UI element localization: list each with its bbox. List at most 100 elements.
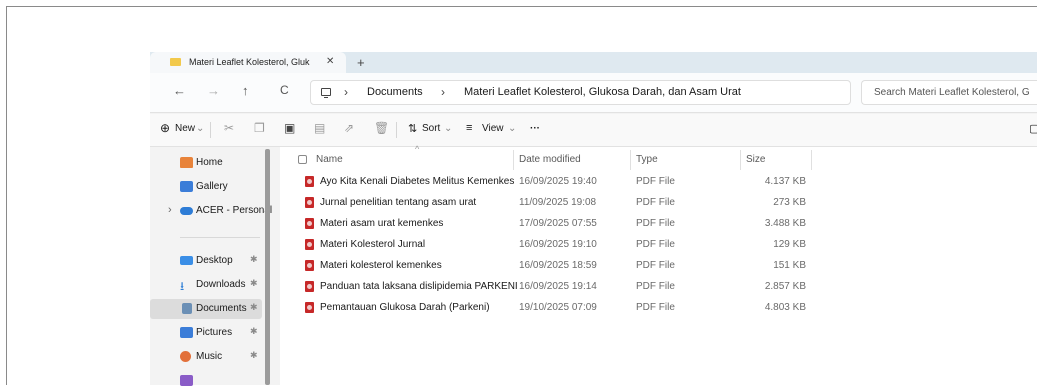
sidebar-item-onedrive[interactable]: › ACER - Personal xyxy=(150,201,272,221)
table-row[interactable]: Pemantauan Glukosa Darah (Parkeni) 19/10… xyxy=(280,298,1037,318)
column-header-type[interactable]: Type xyxy=(636,154,658,165)
sidebar-item-home[interactable]: Home xyxy=(150,153,262,173)
rename-icon[interactable]: ▤ xyxy=(314,121,325,135)
file-size: 3.488 KB xyxy=(764,218,806,229)
pin-icon[interactable]: ✱ xyxy=(250,326,258,337)
pin-icon[interactable]: ✱ xyxy=(250,350,258,361)
toolbar-divider xyxy=(396,122,397,138)
column-divider[interactable] xyxy=(740,150,741,170)
table-row[interactable]: Ayo Kita Kenali Diabetes Melitus Kemenke… xyxy=(280,172,1037,192)
select-all-checkbox[interactable] xyxy=(298,155,307,164)
sidebar-item-label: Gallery xyxy=(196,181,228,192)
pdf-file-icon xyxy=(305,302,314,313)
file-list: Name ^ Date modified Type Size Ayo Kita … xyxy=(280,144,1037,385)
view-icon[interactable]: ≡ xyxy=(466,122,472,134)
breadcrumb-documents[interactable]: Documents xyxy=(367,86,423,98)
sidebar-item-music[interactable]: Music ✱ xyxy=(150,347,262,367)
column-header-date-modified[interactable]: Date modified xyxy=(519,154,581,165)
sidebar-item-label: Home xyxy=(196,157,223,168)
videos-icon xyxy=(180,375,193,386)
download-icon: ⭳ xyxy=(180,279,185,293)
pdf-file-icon xyxy=(305,281,314,292)
date-modified: 16/09/2025 18:59 xyxy=(519,260,597,271)
sidebar-item-documents[interactable]: Documents ✱ xyxy=(150,299,262,319)
sidebar-item-label: Downloads xyxy=(196,279,246,290)
sidebar-divider xyxy=(180,237,260,238)
table-row[interactable]: Panduan tata laksana dislipidemia PARKEN… xyxy=(280,277,1037,297)
tab-bar: Materi Leaflet Kolesterol, Gluk ✕ + xyxy=(150,52,1037,73)
navigation-pane-scrollbar[interactable] xyxy=(265,149,270,385)
sort-chevron-icon[interactable]: ⌄ xyxy=(444,123,452,134)
sidebar-item-desktop[interactable]: Desktop ✱ xyxy=(150,251,262,271)
forward-arrow-icon[interactable]: → xyxy=(207,83,220,98)
folder-icon xyxy=(170,58,181,66)
pdf-file-icon xyxy=(305,197,314,208)
table-row[interactable]: Materi Kolesterol Jurnal 16/09/2025 19:1… xyxy=(280,235,1037,255)
home-icon xyxy=(180,157,193,168)
file-type: PDF File xyxy=(636,176,675,187)
tab-title: Materi Leaflet Kolesterol, Gluk xyxy=(189,57,310,67)
file-type: PDF File xyxy=(636,197,675,208)
sort-button[interactable]: Sort xyxy=(422,123,440,134)
view-button[interactable]: View xyxy=(482,123,504,134)
sidebar-item-videos[interactable] xyxy=(150,371,262,391)
share-icon[interactable]: ⇗ xyxy=(344,121,354,135)
pin-icon[interactable]: ✱ xyxy=(250,254,258,265)
this-pc-icon[interactable] xyxy=(321,88,331,99)
date-modified: 19/10/2025 07:09 xyxy=(519,302,597,313)
sidebar-item-downloads[interactable]: ⭳ Downloads ✱ xyxy=(150,275,262,295)
table-row[interactable]: Materi asam urat kemenkes 17/09/2025 07:… xyxy=(280,214,1037,234)
file-size: 129 KB xyxy=(773,239,806,250)
up-arrow-icon[interactable]: ↑ xyxy=(242,83,249,98)
new-chevron-icon[interactable]: ⌄ xyxy=(196,123,204,134)
column-header-row: Name ^ Date modified Type Size xyxy=(280,144,1037,171)
new-button[interactable]: New xyxy=(175,123,195,134)
pictures-icon xyxy=(180,327,193,338)
sidebar-item-pictures[interactable]: Pictures ✱ xyxy=(150,323,262,343)
table-row[interactable]: Materi kolesterol kemenkes 16/09/2025 18… xyxy=(280,256,1037,276)
file-size: 273 KB xyxy=(773,197,806,208)
search-placeholder: Search Materi Leaflet Kolesterol, G xyxy=(874,87,1030,98)
column-divider[interactable] xyxy=(513,150,514,170)
file-size: 4.803 KB xyxy=(764,302,806,313)
sidebar-item-label: Desktop xyxy=(196,255,233,266)
sidebar-item-label: Documents xyxy=(196,303,247,314)
pin-icon[interactable]: ✱ xyxy=(250,278,258,289)
column-divider[interactable] xyxy=(811,150,812,170)
view-chevron-icon[interactable]: ⌄ xyxy=(508,123,516,134)
tab-active[interactable]: Materi Leaflet Kolesterol, Gluk ✕ xyxy=(150,52,346,73)
refresh-icon[interactable]: C xyxy=(280,83,289,97)
command-toolbar: ⊕ New ⌄ ✂ ❐ ▣ ▤ ⇗ 🗑 ⇅ Sort ⌄ ≡ View ⌄ ··… xyxy=(150,114,1037,147)
paste-icon[interactable]: ▣ xyxy=(284,121,295,135)
file-name: Panduan tata laksana dislipidemia PARKEN… xyxy=(320,281,518,292)
new-tab-button[interactable]: + xyxy=(357,55,365,70)
address-bar[interactable]: › Documents › Materi Leaflet Kolesterol,… xyxy=(310,80,851,105)
column-header-name[interactable]: Name xyxy=(316,154,343,165)
table-row[interactable]: Jurnal penelitian tentang asam urat 11/0… xyxy=(280,193,1037,213)
copy-icon[interactable]: ❐ xyxy=(254,121,265,135)
cut-icon[interactable]: ✂ xyxy=(224,121,234,135)
file-name: Jurnal penelitian tentang asam urat xyxy=(320,197,477,208)
column-header-size[interactable]: Size xyxy=(746,154,765,165)
more-options-icon[interactable]: ··· xyxy=(530,123,540,134)
pin-icon[interactable]: ✱ xyxy=(250,302,258,313)
file-name: Materi asam urat kemenkes xyxy=(320,218,444,229)
date-modified: 16/09/2025 19:14 xyxy=(519,281,597,292)
close-tab-icon[interactable]: ✕ xyxy=(326,56,334,67)
breadcrumb-separator: › xyxy=(344,85,348,99)
date-modified: 11/09/2025 19:08 xyxy=(519,197,597,208)
details-pane-icon[interactable]: ▢ xyxy=(1029,122,1037,135)
back-arrow-icon[interactable]: ← xyxy=(173,83,186,98)
new-plus-icon[interactable]: ⊕ xyxy=(160,121,170,135)
search-box[interactable]: Search Materi Leaflet Kolesterol, G xyxy=(861,80,1037,105)
sort-icon[interactable]: ⇅ xyxy=(408,122,417,135)
pdf-file-icon xyxy=(305,239,314,250)
column-divider[interactable] xyxy=(630,150,631,170)
file-name: Pemantauan Glukosa Darah (Parkeni) xyxy=(320,302,490,313)
delete-icon[interactable]: 🗑 xyxy=(374,121,389,135)
expand-chevron-icon[interactable]: › xyxy=(168,204,172,216)
file-size: 4.137 KB xyxy=(764,176,806,187)
sidebar-item-gallery[interactable]: Gallery xyxy=(150,177,262,197)
sidebar-item-label: ACER - Personal xyxy=(196,205,273,216)
breadcrumb-current-folder[interactable]: Materi Leaflet Kolesterol, Glukosa Darah… xyxy=(464,86,741,98)
